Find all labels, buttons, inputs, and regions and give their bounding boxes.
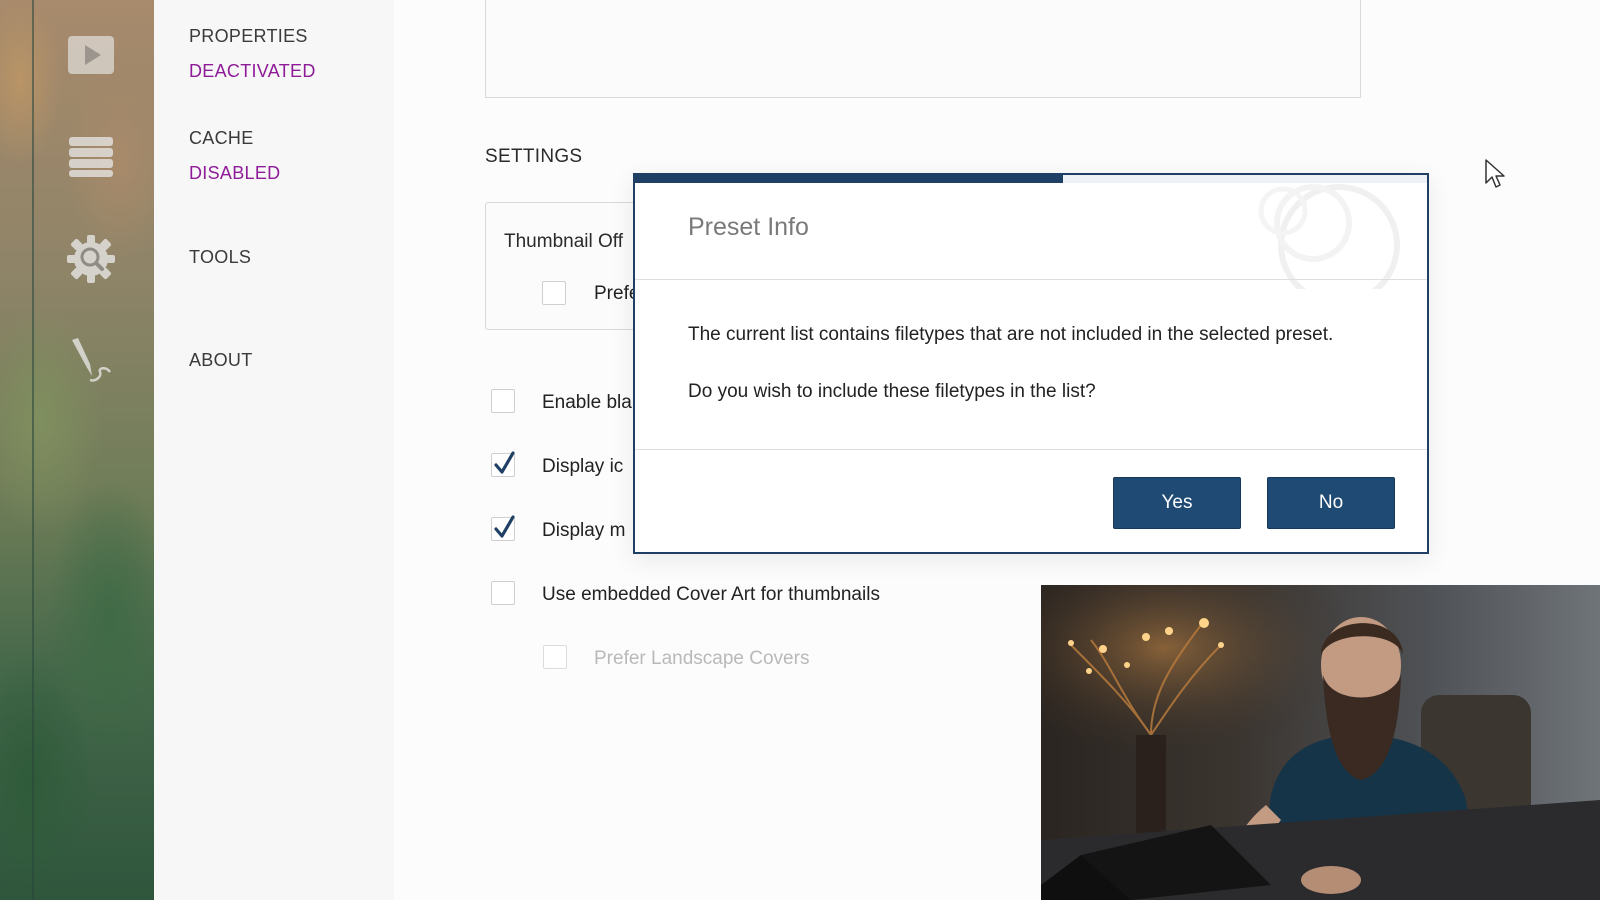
display-m-label: Display m <box>542 520 626 541</box>
thumbnail-offset-label: Thumbnail Off <box>504 231 623 252</box>
display-icons-label: Display ic <box>542 456 624 477</box>
mouse-cursor-icon <box>1485 159 1505 188</box>
no-button[interactable]: No <box>1267 477 1395 529</box>
cache-status: DISABLED <box>189 163 281 183</box>
dialog-title: Preset Info <box>688 213 809 241</box>
properties-status: DEACTIVATED <box>189 61 316 81</box>
yes-button[interactable]: Yes <box>1113 477 1241 529</box>
nav-panel: PROPERTIES DEACTIVATED CACHE DISABLED TO… <box>154 0 394 900</box>
settings-heading: SETTINGS <box>485 146 583 167</box>
dialog-divider-top <box>635 279 1427 280</box>
app-window: PROPERTIES DEACTIVATED CACHE DISABLED TO… <box>0 0 1600 900</box>
rail-divider <box>32 0 34 900</box>
preset-list-box <box>485 0 1361 98</box>
dialog-progress-fill <box>635 175 1063 183</box>
landscape-covers-checkbox[interactable] <box>543 645 567 669</box>
dialog-divider-bottom <box>635 449 1427 450</box>
sidebar-rail <box>0 0 154 900</box>
nav-item-properties[interactable]: PROPERTIES <box>189 26 308 47</box>
enable-checkbox[interactable] <box>491 389 515 413</box>
prefer-checkbox[interactable] <box>542 281 566 305</box>
nav-item-cache[interactable]: CACHE <box>189 128 254 149</box>
nav-item-tools[interactable]: TOOLS <box>189 247 251 268</box>
landscape-covers-label: Prefer Landscape Covers <box>594 648 810 669</box>
enable-label: Enable bla <box>542 392 632 413</box>
cover-art-checkbox[interactable] <box>491 581 515 605</box>
play-icon[interactable] <box>66 30 116 80</box>
presenter-webcam-video <box>1041 585 1600 900</box>
presenter-video-frame <box>1041 585 1600 900</box>
gear-search-icon[interactable] <box>66 234 116 284</box>
decorative-rings-icon <box>1258 184 1400 289</box>
pen-signature-icon[interactable] <box>66 336 116 386</box>
preset-info-dialog: Preset Info The current list contains fi… <box>633 173 1429 554</box>
dialog-message-line2: Do you wish to include these filetypes i… <box>688 381 1096 402</box>
cover-art-label: Use embedded Cover Art for thumbnails <box>542 584 880 605</box>
display-icons-checkbox[interactable] <box>491 451 515 477</box>
dialog-message-line1: The current list contains filetypes that… <box>688 324 1334 345</box>
display-m-checkbox[interactable] <box>491 515 515 541</box>
nav-item-about[interactable]: ABOUT <box>189 350 253 371</box>
stack-icon[interactable] <box>66 132 116 182</box>
